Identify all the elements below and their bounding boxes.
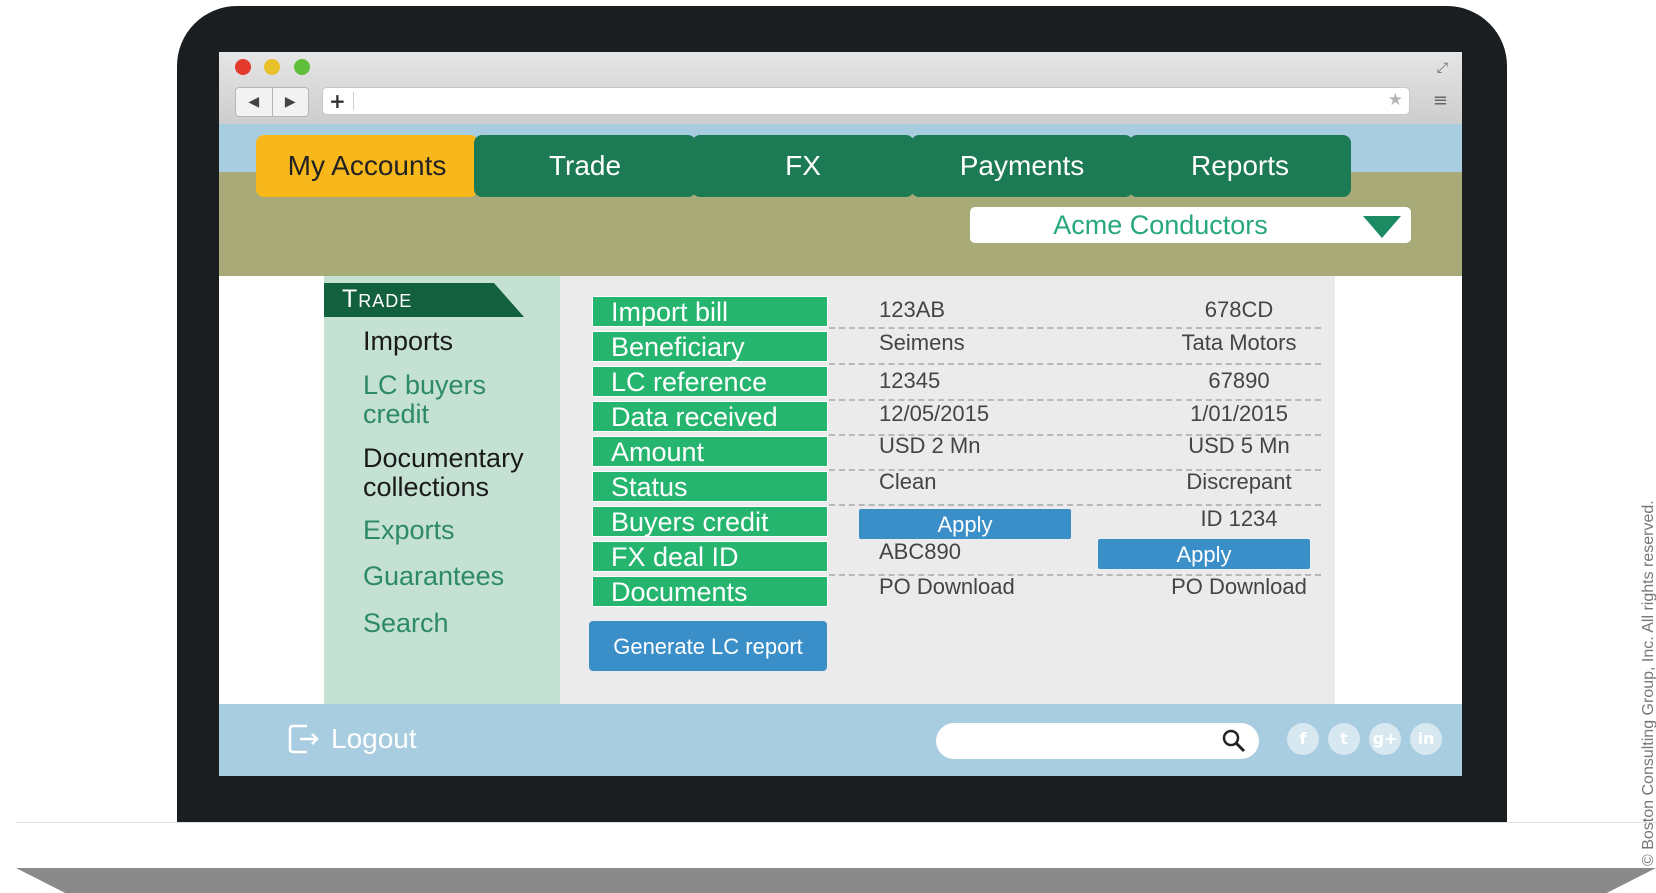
lc-reference-2: 67890 [1208, 368, 1270, 393]
documents-1[interactable]: PO Download [879, 574, 1015, 600]
sidebar-header: Trade [324, 283, 524, 317]
label-amount: Amount [592, 436, 828, 467]
amount-2: USD 5 Mn [1188, 433, 1290, 458]
facebook-icon[interactable]: f [1287, 723, 1319, 755]
company-name: Acme Conductors [1053, 210, 1268, 240]
sidebar-item-exports[interactable]: Exports [363, 516, 553, 545]
minimize-window-icon[interactable] [264, 59, 280, 75]
bookmark-icon[interactable]: ★ [1388, 90, 1403, 110]
address-divider [353, 92, 354, 110]
logout-icon [288, 724, 319, 754]
search-input[interactable] [952, 729, 1216, 755]
history-nav: ◀ ▶ [235, 87, 309, 117]
sidebar-item-lc-buyers-credit[interactable]: LC buyers credit [363, 371, 553, 429]
menu-icon[interactable]: ≡ [1433, 90, 1448, 111]
sidebar-item-search[interactable]: Search [363, 609, 553, 638]
fullscreen-icon[interactable]: ⤢ [1437, 60, 1448, 76]
linkedin-icon[interactable]: in [1410, 723, 1442, 755]
google-plus-icon[interactable]: g+ [1369, 723, 1401, 755]
logout-button[interactable]: Logout [287, 722, 417, 756]
status-1: Clean [879, 469, 937, 494]
browser-chrome: ◀ ▶ + ★ ⤢ ≡ [219, 52, 1462, 124]
address-bar[interactable]: + ★ [322, 87, 1410, 115]
sidebar-item-documentary-collections[interactable]: Documentary collections [363, 444, 553, 502]
beneficiary-2: Tata Motors [1181, 330, 1297, 355]
generate-lc-report-button[interactable]: Generate LC report [589, 621, 827, 671]
status-2: Discrepant [1186, 469, 1292, 494]
tab-trade[interactable]: Trade [474, 135, 696, 197]
row-divider [829, 327, 1321, 329]
copyright-notice: © Boston Consulting Group, Inc. All righ… [1640, 500, 1656, 866]
laptop-base-shadow [16, 868, 1656, 893]
label-status: Status [592, 471, 828, 502]
tab-fx[interactable]: FX [692, 135, 914, 197]
twitter-icon[interactable]: t [1328, 723, 1360, 755]
amount-1: USD 2 Mn [879, 433, 981, 458]
apply-fx-deal-button[interactable]: Apply [1098, 539, 1310, 569]
sidebar-item-imports[interactable]: Imports [363, 327, 553, 356]
beneficiary-1: Seimens [879, 330, 965, 355]
chevron-down-icon[interactable] [1363, 216, 1401, 238]
search-box[interactable] [936, 723, 1259, 759]
fx-deal-id-1: ABC890 [879, 539, 961, 564]
label-beneficiary: Beneficiary [592, 331, 828, 362]
label-buyers-credit: Buyers credit [592, 506, 828, 537]
laptop-base [16, 822, 1656, 871]
data-received-1: 12/05/2015 [879, 401, 990, 426]
apply-buyers-credit-button[interactable]: Apply [859, 509, 1071, 539]
company-dropdown[interactable]: Acme Conductors [970, 207, 1411, 243]
laptop-screen: ◀ ▶ + ★ ⤢ ≡ My Accounts Trade FX Payment… [219, 52, 1462, 776]
label-fx-deal-id: FX deal ID [592, 541, 828, 572]
import-bill-1: 123AB [879, 297, 946, 322]
maximize-window-icon[interactable] [294, 59, 310, 75]
tab-my-accounts[interactable]: My Accounts [256, 135, 478, 197]
lc-reference-1: 12345 [879, 368, 941, 393]
label-data-received: Data received [592, 401, 828, 432]
sidebar-item-guarantees[interactable]: Guarantees [363, 562, 553, 591]
label-import-bill: Import bill [592, 296, 828, 327]
data-received-2: 1/01/2015 [1190, 401, 1288, 426]
documents-2[interactable]: PO Download [1099, 574, 1379, 600]
tab-reports[interactable]: Reports [1129, 135, 1351, 197]
label-documents: Documents [592, 576, 828, 607]
row-divider [829, 363, 1321, 365]
search-icon[interactable] [1221, 728, 1247, 754]
label-lc-reference: LC reference [592, 366, 828, 397]
footer: Logout f t g+ in [219, 704, 1462, 776]
import-bill-2: 678CD [1204, 297, 1274, 322]
close-window-icon[interactable] [235, 59, 251, 75]
logout-label: Logout [331, 723, 417, 754]
buyers-credit-2: ID 1234 [1200, 506, 1278, 531]
back-button[interactable]: ◀ [236, 88, 273, 116]
forward-button[interactable]: ▶ [273, 88, 309, 116]
new-tab-icon[interactable]: + [329, 89, 346, 113]
tab-payments[interactable]: Payments [911, 135, 1133, 197]
